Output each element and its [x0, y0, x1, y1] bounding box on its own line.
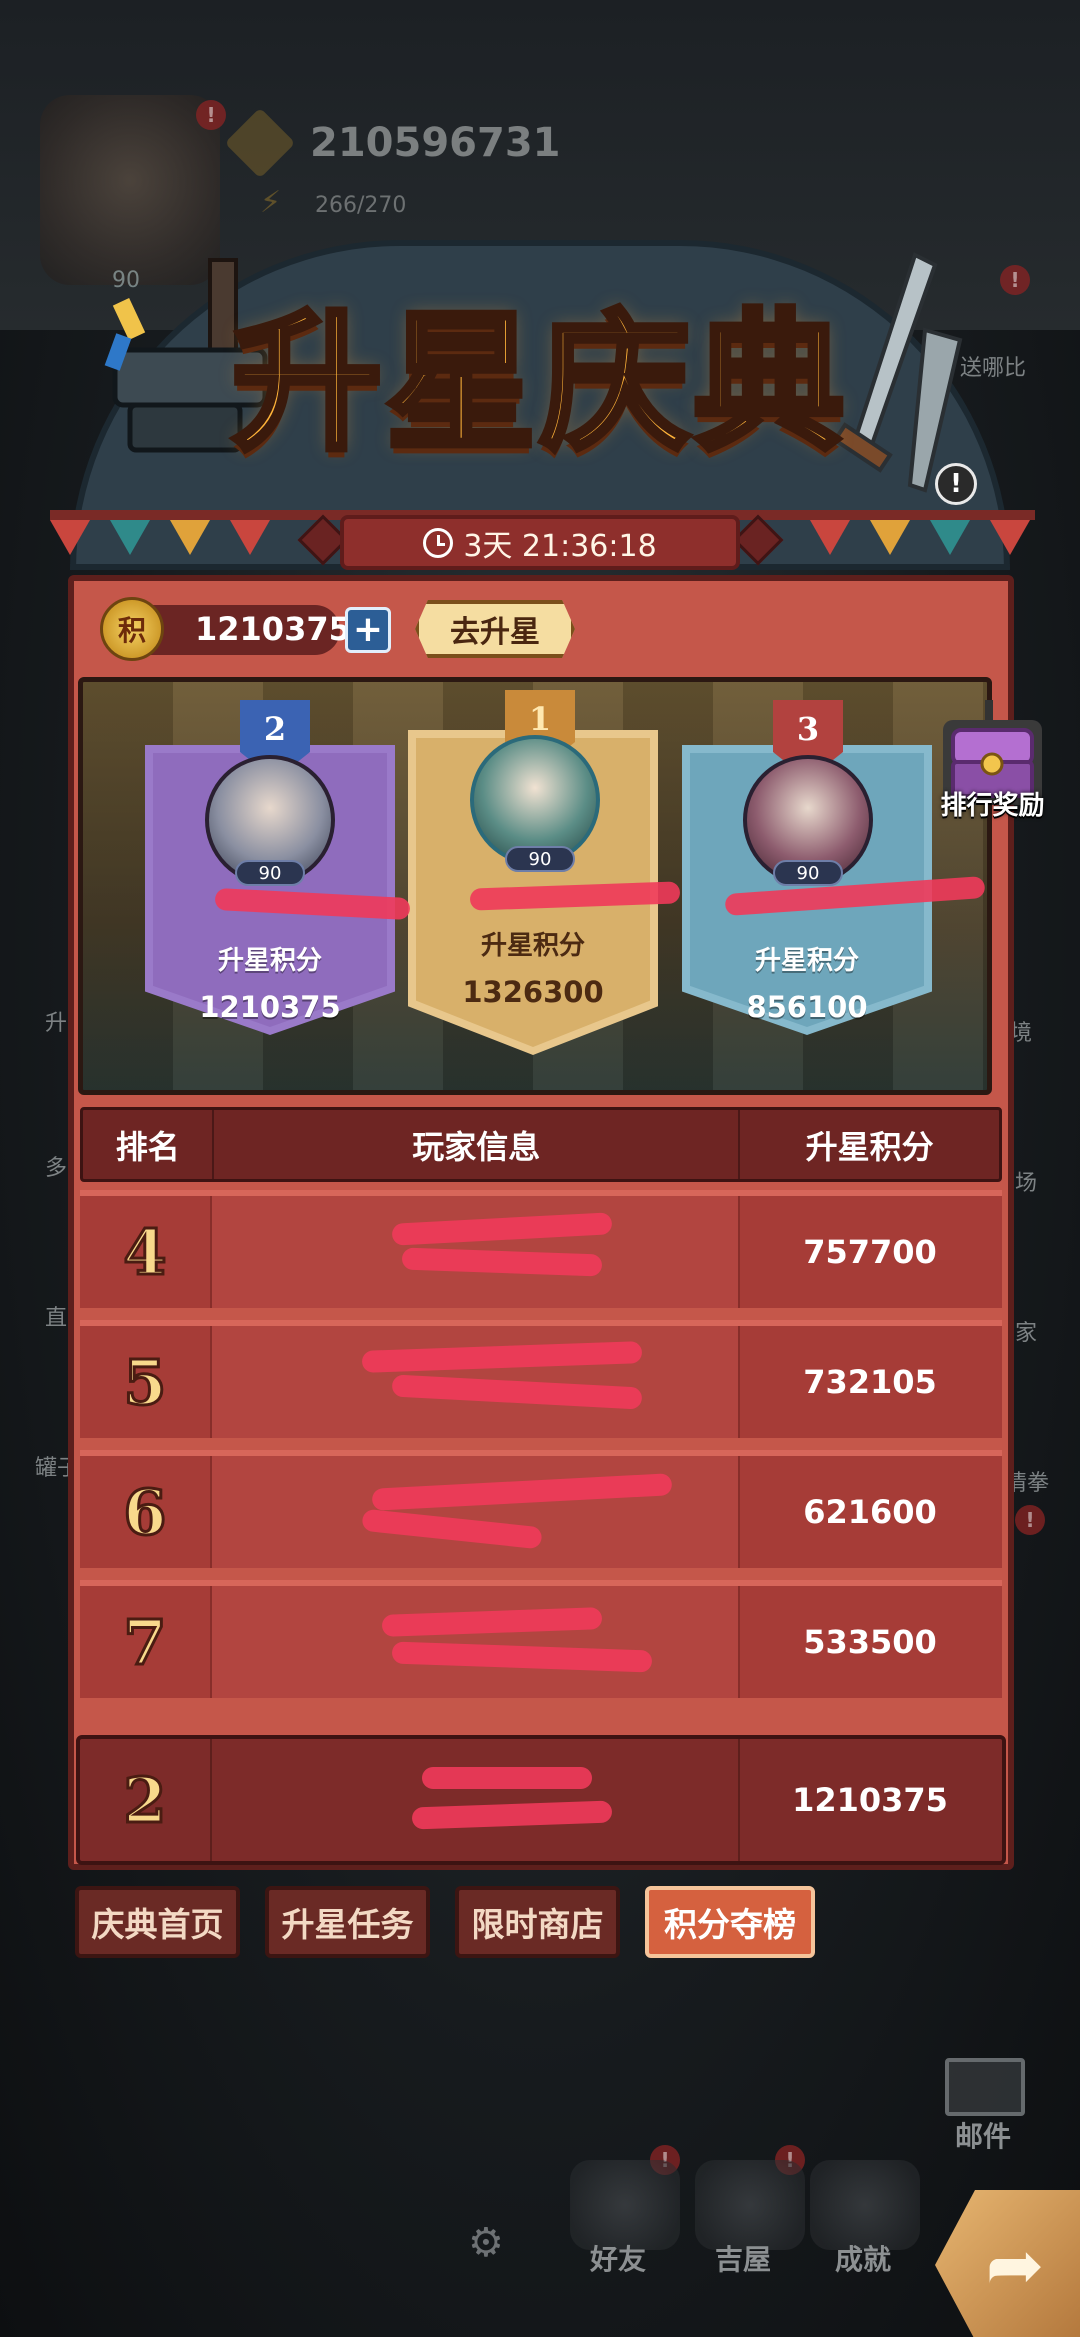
- table-row[interactable]: 4 757700: [80, 1190, 1002, 1308]
- column-player-info: 玩家信息: [212, 1110, 741, 1179]
- house-icon[interactable]: [695, 2160, 805, 2250]
- friends-icon[interactable]: [570, 2160, 680, 2250]
- notification-dot: !: [196, 100, 226, 130]
- redacted-name: [381, 1607, 603, 1637]
- side-label: 场: [1015, 1171, 1038, 1196]
- row-player-info: [210, 1586, 740, 1698]
- row-rank: 4: [122, 1214, 168, 1290]
- row-player-info: [210, 1739, 740, 1861]
- redacted-name: [422, 1767, 592, 1789]
- event-title: 升星庆典: [229, 292, 848, 474]
- rank-rewards-button[interactable]: 排行奖励: [930, 785, 1055, 822]
- side-label: 直: [45, 1306, 68, 1331]
- redacted-name: [411, 1800, 613, 1830]
- column-score: 升星积分: [805, 1127, 934, 1166]
- row-score: 621600: [803, 1493, 937, 1531]
- row-rank: 6: [122, 1474, 168, 1550]
- notification-dot: !: [1015, 1505, 1045, 1535]
- achievements-label: 成就: [835, 2243, 892, 2276]
- countdown-timer: 3天 21:36:18: [340, 515, 740, 570]
- tab-upgrade-tasks[interactable]: 升星任务: [265, 1886, 430, 1958]
- currency-value: 210596731: [310, 120, 561, 166]
- row-player-info: [210, 1456, 740, 1568]
- row-rank: 5: [122, 1344, 168, 1420]
- level-badge: 90: [505, 846, 575, 872]
- side-label: 升: [45, 1011, 68, 1036]
- table-row[interactable]: 7 533500: [80, 1580, 1002, 1698]
- podium-score: 1326300: [462, 975, 604, 1009]
- energy-value: 266/270: [315, 193, 407, 218]
- row-player-info: [210, 1196, 740, 1308]
- redacted-name: [391, 1212, 613, 1246]
- row-score: 757700: [803, 1233, 937, 1271]
- redacted-name: [391, 1374, 643, 1410]
- podium-score: 856100: [746, 990, 868, 1024]
- row-score: 732105: [803, 1363, 937, 1401]
- redacted-name: [361, 1508, 543, 1550]
- energy-icon: ⚡: [260, 185, 282, 220]
- column-rank: 排名: [115, 1127, 180, 1166]
- my-rank-row[interactable]: 2 1210375: [76, 1735, 1006, 1865]
- podium-score-label: 升星积分: [217, 946, 322, 976]
- countdown-text: 3天 21:36:18: [463, 528, 657, 564]
- row-rank: 2: [122, 1762, 168, 1838]
- house-label: 吉屋: [715, 2243, 772, 2276]
- redacted-name: [361, 1341, 643, 1373]
- side-label: 多: [45, 1156, 68, 1181]
- add-points-button[interactable]: +: [345, 607, 391, 653]
- side-label: 家: [1015, 1321, 1038, 1346]
- gear-icon[interactable]: ⚙: [468, 2220, 504, 2266]
- goto-upgrade-button[interactable]: 去升星: [415, 600, 575, 658]
- podium-score-label: 升星积分: [480, 931, 585, 961]
- level-badge: 90: [235, 860, 305, 886]
- tab-event-home[interactable]: 庆典首页: [75, 1886, 240, 1958]
- notification-dot: !: [1000, 265, 1030, 295]
- tab-points-ranking[interactable]: 积分夺榜: [645, 1886, 815, 1958]
- redacted-name: [371, 1473, 673, 1511]
- level-badge: 90: [773, 860, 843, 886]
- row-player-info: [210, 1326, 740, 1438]
- friends-label: 好友: [590, 2243, 647, 2276]
- trophy-icon[interactable]: [810, 2160, 920, 2250]
- points-value: 1210375: [195, 610, 351, 648]
- row-score: 533500: [803, 1623, 937, 1661]
- row-rank: 7: [122, 1604, 168, 1680]
- row-score: 1210375: [792, 1781, 948, 1819]
- table-row[interactable]: 6 621600: [80, 1450, 1002, 1568]
- mail-label: 邮件: [955, 2120, 1012, 2153]
- points-icon: 积: [100, 597, 164, 661]
- tab-limited-shop[interactable]: 限时商店: [455, 1886, 620, 1958]
- clock-icon: [423, 527, 454, 558]
- redacted-name: [401, 1247, 603, 1277]
- mail-icon[interactable]: [945, 2058, 1025, 2116]
- podium-score: 1210375: [199, 990, 341, 1024]
- podium-score-label: 升星积分: [754, 946, 859, 976]
- info-button[interactable]: !: [935, 463, 977, 505]
- table-row[interactable]: 5 732105: [80, 1320, 1002, 1438]
- redacted-name: [391, 1641, 653, 1673]
- table-header: 排名 玩家信息 升星积分: [80, 1107, 1002, 1182]
